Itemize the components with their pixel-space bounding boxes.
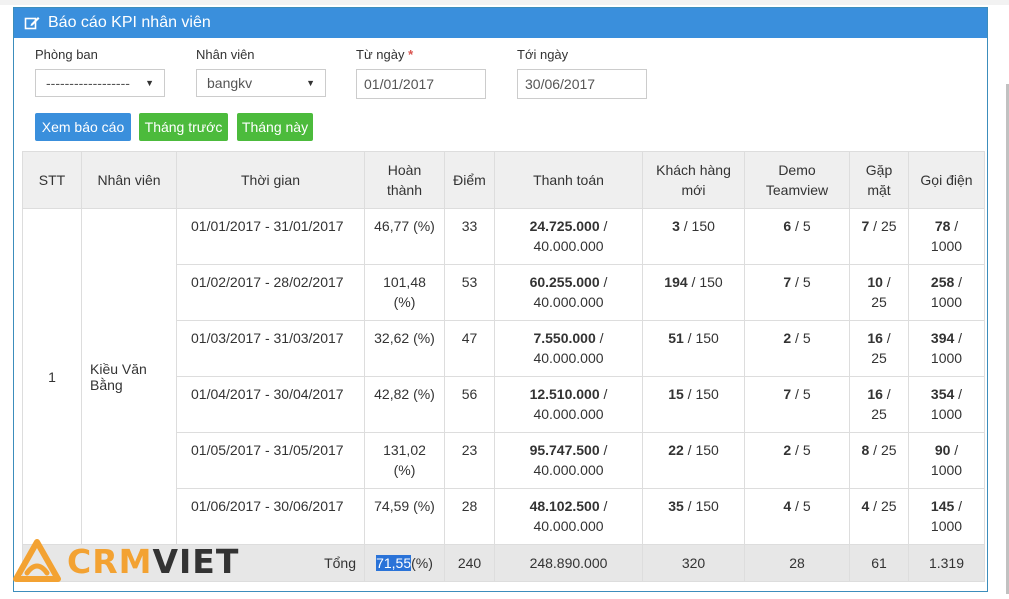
completion-cell: 101,48 (%)	[364, 264, 445, 321]
customers-cell: 3 / 150	[642, 208, 745, 265]
calls-cell: 78 /1000	[908, 208, 985, 265]
payment-cell: 7.550.000 /40.000.000	[494, 320, 643, 377]
panel-title: Báo cáo KPI nhân viên	[48, 14, 211, 31]
demo-cell: 6 / 5	[744, 208, 850, 265]
caret-down-icon: ▼	[306, 78, 315, 88]
payment-cell: 95.747.500 /40.000.000	[494, 432, 643, 489]
customers-cell: 51 / 150	[642, 320, 745, 377]
customers-cell: 15 / 150	[642, 376, 745, 433]
score-cell: 56	[444, 376, 495, 433]
completion-cell: 42,82 (%)	[364, 376, 445, 433]
header-new-customers: Khách hàng mới	[642, 151, 745, 209]
meeting-cell: 16 /25	[849, 376, 909, 433]
meeting-cell: 10 /25	[849, 264, 909, 321]
employee-select[interactable]: bangkv ▼	[196, 69, 326, 97]
this-month-button[interactable]: Tháng này	[237, 113, 313, 141]
score-cell: 47	[444, 320, 495, 377]
from-date-input[interactable]: 01/01/2017	[356, 69, 486, 99]
employee-label: Nhân viên	[196, 47, 255, 62]
calls-cell: 258 /1000	[908, 264, 985, 321]
employee-value: bangkv	[207, 75, 253, 91]
required-mark: *	[408, 47, 414, 62]
meeting-cell: 4 / 25	[849, 488, 909, 545]
period-cell: 01/02/2017 - 28/02/2017	[176, 264, 365, 321]
period-cell: 01/03/2017 - 31/03/2017	[176, 320, 365, 377]
department-select[interactable]: ------------------ ▼	[35, 69, 165, 97]
completion-cell: 131,02 (%)	[364, 432, 445, 489]
crmviet-logo: CRMVIET	[13, 539, 239, 583]
employee-name-cell: Kiều Văn Bằng	[81, 208, 177, 545]
table-header-row: STT Nhân viên Thời gian Hoàn thành Điểm T…	[22, 151, 985, 209]
table-row: 1 Kiều Văn Bằng 01/01/2017 - 31/01/2017 46…	[22, 208, 985, 545]
meeting-cell: 7 / 25	[849, 208, 909, 265]
payment-cell: 24.725.000 /40.000.000	[494, 208, 643, 265]
payment-cell: 60.255.000 /40.000.000	[494, 264, 643, 321]
to-date-label: Tới ngày	[517, 47, 569, 62]
total-completion-value: 71,55	[376, 555, 412, 571]
score-cell: 33	[444, 208, 495, 265]
to-date-input[interactable]: 30/06/2017	[517, 69, 647, 99]
total-calls: 1.319	[908, 544, 985, 582]
completion-cell: 32,62 (%)	[364, 320, 445, 377]
period-cell: 01/01/2017 - 31/01/2017	[176, 208, 365, 265]
total-payment: 248.890.000	[494, 544, 643, 582]
header-completion: Hoàn thành	[364, 151, 445, 209]
score-cell: 53	[444, 264, 495, 321]
total-score: 240	[444, 544, 495, 582]
meeting-cell: 16 /25	[849, 320, 909, 377]
customers-cell: 194 / 150	[642, 264, 745, 321]
score-cell: 28	[444, 488, 495, 545]
calls-cell: 90 /1000	[908, 432, 985, 489]
total-meeting: 61	[849, 544, 909, 582]
payment-cell: 12.510.000 /40.000.000	[494, 376, 643, 433]
stt-cell: 1	[22, 208, 82, 545]
top-strip	[0, 0, 1009, 5]
kpi-report-panel: Báo cáo KPI nhân viên Phòng ban --------…	[13, 7, 988, 592]
caret-down-icon: ▼	[145, 78, 154, 88]
period-cell: 01/05/2017 - 31/05/2017	[176, 432, 365, 489]
customers-cell: 22 / 150	[642, 432, 745, 489]
calls-cell: 354 /1000	[908, 376, 985, 433]
logo-mark-icon	[13, 539, 61, 582]
department-value: ------------------	[46, 75, 130, 91]
demo-cell: 4 / 5	[744, 488, 850, 545]
logo-text: CRMVIET	[67, 541, 240, 581]
header-period: Thời gian	[176, 151, 365, 209]
score-cell: 23	[444, 432, 495, 489]
from-date-label: Từ ngày *	[356, 47, 414, 62]
demo-cell: 7 / 5	[744, 264, 850, 321]
total-demo: 28	[744, 544, 850, 582]
period-cell: 01/04/2017 - 30/04/2017	[176, 376, 365, 433]
meeting-cell: 8 / 25	[849, 432, 909, 489]
panel-heading: Báo cáo KPI nhân viên	[14, 8, 987, 38]
header-demo: Demo Teamview	[744, 151, 850, 209]
header-payment: Thanh toán	[494, 151, 643, 209]
edit-icon	[24, 17, 40, 30]
completion-cell: 74,59 (%)	[364, 488, 445, 545]
view-report-button[interactable]: Xem báo cáo	[35, 113, 131, 141]
demo-cell: 7 / 5	[744, 376, 850, 433]
demo-cell: 2 / 5	[744, 320, 850, 377]
header-calls: Gọi điện	[908, 151, 985, 209]
calls-cell: 145 /1000	[908, 488, 985, 545]
previous-month-button[interactable]: Tháng trước	[139, 113, 228, 141]
header-score: Điểm	[444, 151, 495, 209]
payment-cell: 48.102.500 /40.000.000	[494, 488, 643, 545]
total-customers: 320	[642, 544, 745, 582]
period-cell: 01/06/2017 - 30/06/2017	[176, 488, 365, 545]
customers-cell: 35 / 150	[642, 488, 745, 545]
kpi-table: STT Nhân viên Thời gian Hoàn thành Điểm T…	[22, 151, 985, 582]
header-stt: STT	[22, 151, 82, 209]
calls-cell: 394 /1000	[908, 320, 985, 377]
completion-cell: 46,77 (%)	[364, 208, 445, 265]
department-label: Phòng ban	[35, 47, 98, 62]
demo-cell: 2 / 5	[744, 432, 850, 489]
header-employee: Nhân viên	[81, 151, 177, 209]
header-meeting: Gặp mặt	[849, 151, 909, 209]
total-completion: 71,55(%)	[364, 544, 445, 582]
